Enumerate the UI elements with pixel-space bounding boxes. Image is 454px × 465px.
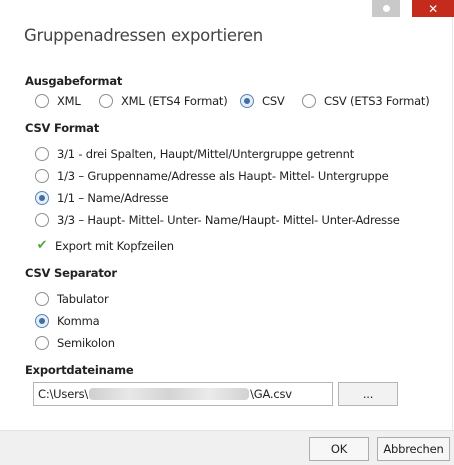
- radio-indicator: [35, 292, 49, 306]
- section-ausgabeformat-label: Ausgabeformat: [25, 74, 123, 88]
- checkmark-icon: ✔: [36, 238, 48, 253]
- radio-format-3-1[interactable]: 3/1 - drei Spalten, Haupt/Mittel/Untergr…: [35, 147, 354, 161]
- radio-separator-tabulator-label: Tabulator: [57, 292, 109, 306]
- cancel-button[interactable]: Abbrechen: [377, 437, 450, 461]
- section-csv-separator-label: CSV Separator: [25, 266, 117, 280]
- radio-format-3-3-label: 3/3 – Haupt- Mittel- Unter- Name/Haupt- …: [57, 213, 400, 227]
- radio-indicator: [35, 147, 49, 161]
- settings-button[interactable]: [372, 0, 400, 17]
- redacted-path-segment: [89, 388, 250, 400]
- radio-indicator: [35, 336, 49, 350]
- window-edge: [452, 17, 453, 430]
- radio-csv-ets3[interactable]: CSV (ETS3 Format): [302, 94, 430, 108]
- radio-format-1-3-label: 1/3 – Gruppenname/Adresse als Haupt- Mit…: [57, 169, 389, 183]
- radio-xml[interactable]: XML: [35, 94, 81, 108]
- radio-separator-semikolon[interactable]: Semikolon: [35, 336, 115, 350]
- ok-button-label: OK: [330, 442, 348, 456]
- section-export-file-label: Exportdateiname: [25, 363, 134, 377]
- radio-separator-komma[interactable]: Komma: [35, 314, 100, 328]
- close-icon: ✕: [428, 1, 438, 16]
- browse-button[interactable]: ...: [338, 382, 398, 406]
- radio-indicator: [35, 94, 49, 108]
- close-button[interactable]: ✕: [412, 0, 454, 17]
- dialog-title: Gruppenadressen exportieren: [24, 26, 263, 45]
- radio-xml-ets4-label: XML (ETS4 Format): [121, 94, 228, 108]
- radio-indicator: [302, 94, 316, 108]
- radio-format-1-1-label: 1/1 – Name/Adresse: [57, 191, 169, 205]
- radio-indicator-selected: [35, 191, 49, 205]
- radio-csv[interactable]: CSV: [240, 94, 285, 108]
- export-path-suffix: \GA.csv: [250, 387, 292, 401]
- radio-indicator: [99, 94, 113, 108]
- radio-xml-ets4[interactable]: XML (ETS4 Format): [99, 94, 228, 108]
- radio-csv-label: CSV: [262, 94, 285, 108]
- radio-separator-semikolon-label: Semikolon: [57, 336, 115, 350]
- radio-format-1-3[interactable]: 1/3 – Gruppenname/Adresse als Haupt- Mit…: [35, 169, 389, 183]
- header-checkbox-label: Export mit Kopfzeilen: [55, 239, 174, 253]
- header-checkbox[interactable]: ✔ Export mit Kopfzeilen: [35, 238, 174, 254]
- radio-separator-tabulator[interactable]: Tabulator: [35, 292, 109, 306]
- export-path-prefix: C:\Users\: [38, 387, 89, 401]
- section-csv-format-label: CSV Format: [25, 121, 100, 135]
- radio-format-1-1[interactable]: 1/1 – Name/Adresse: [35, 191, 169, 205]
- radio-indicator: [35, 169, 49, 183]
- radio-indicator: [35, 213, 49, 227]
- radio-xml-label: XML: [57, 94, 81, 108]
- browse-button-label: ...: [362, 387, 374, 401]
- radio-separator-komma-label: Komma: [57, 314, 100, 328]
- radio-indicator-selected: [35, 314, 49, 328]
- export-path-input[interactable]: C:\Users\ \GA.csv: [33, 382, 333, 406]
- radio-csv-ets3-label: CSV (ETS3 Format): [324, 94, 430, 108]
- radio-format-3-1-label: 3/1 - drei Spalten, Haupt/Mittel/Untergr…: [57, 147, 355, 161]
- radio-format-3-3[interactable]: 3/3 – Haupt- Mittel- Unter- Name/Haupt- …: [35, 213, 400, 227]
- ok-button[interactable]: OK: [309, 437, 369, 461]
- radio-indicator-selected: [240, 94, 254, 108]
- cancel-button-label: Abbrechen: [383, 442, 444, 456]
- gear-icon: [382, 5, 390, 12]
